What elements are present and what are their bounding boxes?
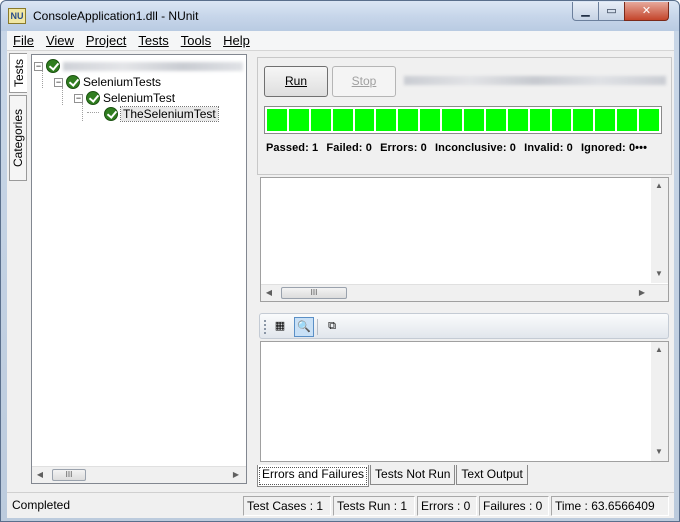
tree-row-seleniumtests[interactable]: − SeleniumTests (54, 74, 161, 90)
inconclusive-count: Inconclusive: 0 (435, 142, 517, 154)
title-bar[interactable]: NU ConsoleApplication1.dll - NUnit ▁ ▭ ✕ (1, 1, 679, 31)
tab-tests-not-run[interactable]: Tests Not Run (370, 465, 456, 485)
tab-categories[interactable]: Categories (9, 95, 27, 181)
failed-count: Failed: 0 (326, 142, 372, 154)
tree-row-theseleniumtest[interactable]: TheSeleniumTest (104, 106, 219, 122)
tree-horizontal-scrollbar[interactable]: ◀ III ▶ (32, 466, 246, 483)
status-time: Time : 63.6566409 (551, 496, 669, 516)
progress-segment (485, 109, 506, 131)
menu-tools[interactable]: Tools (175, 31, 217, 50)
progress-segment (398, 109, 419, 131)
progress-segment (442, 109, 463, 131)
errors-vertical-scrollbar[interactable]: ▲ ▼ (651, 178, 668, 283)
run-button[interactable]: Run (264, 66, 328, 97)
progress-segment (267, 109, 287, 131)
menu-tests[interactable]: Tests (132, 31, 174, 50)
progress-segment (595, 109, 616, 131)
passed-count: Passed: 1 (266, 142, 319, 154)
run-panel: Run Stop Passed: 1 Failed: 0 Errors: 0 I… (257, 57, 672, 175)
progress-segment (573, 109, 594, 131)
menu-file[interactable]: File (7, 31, 40, 50)
menu-bar: File View Project Tests Tools Help (7, 31, 674, 51)
detail-toolbar: ▦ 🔍 ⧉ (259, 313, 669, 339)
client-area: File View Project Tests Tools Help Tests… (7, 31, 674, 518)
copy-icon[interactable]: ⧉ (322, 317, 342, 337)
status-state: Completed (12, 498, 71, 512)
progress-segment (551, 109, 572, 131)
results-summary: Passed: 1 Failed: 0 Errors: 0 Inconclusi… (266, 142, 652, 154)
menu-project[interactable]: Project (80, 31, 132, 50)
green-check-icon (46, 59, 60, 73)
minimize-icon: ▁ (581, 5, 590, 17)
grid-icon[interactable]: ▦ (270, 317, 290, 337)
zoom-icon[interactable]: 🔍 (294, 317, 314, 337)
progress-segment (617, 109, 638, 131)
stop-button[interactable]: Stop (332, 66, 396, 97)
errors-count: Errors: 0 (380, 142, 427, 154)
maximize-button[interactable]: ▭ (598, 2, 625, 21)
progress-segment (310, 109, 331, 131)
progress-segment (464, 109, 484, 131)
tab-text-output[interactable]: Text Output (456, 465, 528, 485)
tree-row-root[interactable]: − (34, 58, 243, 74)
progress-segment (332, 109, 353, 131)
tree-label: SeleniumTest (103, 91, 176, 105)
invalid-count: Invalid: 0 (524, 142, 573, 154)
scroll-thumb[interactable]: III (281, 287, 347, 299)
errors-horizontal-scrollbar[interactable]: ◀ III ▶ (261, 284, 668, 301)
close-icon: ✕ (641, 5, 652, 17)
progress-segment (354, 109, 375, 131)
progress-segment (376, 109, 397, 131)
toolbar-grip[interactable] (264, 320, 266, 334)
detail-vertical-scrollbar[interactable]: ▲ ▼ (651, 342, 668, 461)
collapse-icon[interactable]: − (34, 61, 43, 71)
collapse-icon[interactable]: − (74, 93, 83, 103)
progress-segment (420, 109, 441, 131)
status-bar: Completed Test Cases : 1 Tests Run : 1 E… (7, 492, 674, 518)
scroll-left-icon[interactable]: ◀ (263, 287, 275, 299)
tree-row-seleniumtest[interactable]: − SeleniumTest (74, 90, 175, 106)
scroll-right-icon[interactable]: ▶ (230, 469, 242, 481)
green-check-icon (66, 75, 80, 89)
ignored-count: Ignored: 0••• (581, 142, 648, 154)
progress-segment (639, 109, 660, 131)
progress-segment (529, 109, 550, 131)
collapse-icon[interactable]: − (54, 77, 63, 87)
status-failures: Failures : 0 (479, 496, 549, 516)
nunit-window: NU ConsoleApplication1.dll - NUnit ▁ ▭ ✕… (0, 0, 680, 522)
scroll-up-icon[interactable]: ▲ (653, 180, 665, 192)
tab-errors-and-failures[interactable]: Errors and Failures (257, 465, 370, 487)
tree-label: TheSeleniumTest (120, 106, 219, 122)
menu-view[interactable]: View (40, 31, 80, 50)
green-check-icon (104, 107, 118, 121)
redacted-root-name (63, 61, 243, 71)
scroll-thumb[interactable]: III (52, 469, 86, 481)
status-test-cases: Test Cases : 1 (243, 496, 331, 516)
scroll-up-icon[interactable]: ▲ (653, 344, 665, 356)
progress-bar (264, 106, 662, 134)
redacted-assembly-path (404, 76, 666, 85)
menu-help[interactable]: Help (217, 31, 256, 50)
close-button[interactable]: ✕ (624, 2, 669, 21)
stack-trace-panel[interactable]: ▲ ▼ (260, 341, 669, 462)
scroll-right-icon[interactable]: ▶ (636, 287, 648, 299)
window-title: ConsoleApplication1.dll - NUnit (33, 9, 199, 23)
maximize-icon: ▭ (606, 5, 617, 17)
scroll-down-icon[interactable]: ▼ (653, 268, 665, 280)
status-errors: Errors : 0 (417, 496, 477, 516)
errors-list[interactable]: ▲ ▼ ◀ III ▶ (260, 177, 669, 302)
left-vertical-tabs: Tests Categories (7, 53, 29, 503)
tree-label: SeleniumTests (83, 75, 162, 89)
progress-segment (507, 109, 528, 131)
test-tree[interactable]: − − SeleniumTests − SeleniumTest TheSele… (31, 54, 247, 484)
scroll-down-icon[interactable]: ▼ (653, 446, 665, 458)
scroll-left-icon[interactable]: ◀ (34, 469, 46, 481)
tab-tests[interactable]: Tests (9, 53, 27, 93)
nunit-app-icon: NU (8, 8, 26, 24)
progress-segment (288, 109, 309, 131)
result-tabs: Errors and Failures Tests Not Run Text O… (257, 465, 529, 487)
status-tests-run: Tests Run : 1 (333, 496, 415, 516)
green-check-icon (86, 91, 100, 105)
minimize-button[interactable]: ▁ (572, 2, 599, 21)
